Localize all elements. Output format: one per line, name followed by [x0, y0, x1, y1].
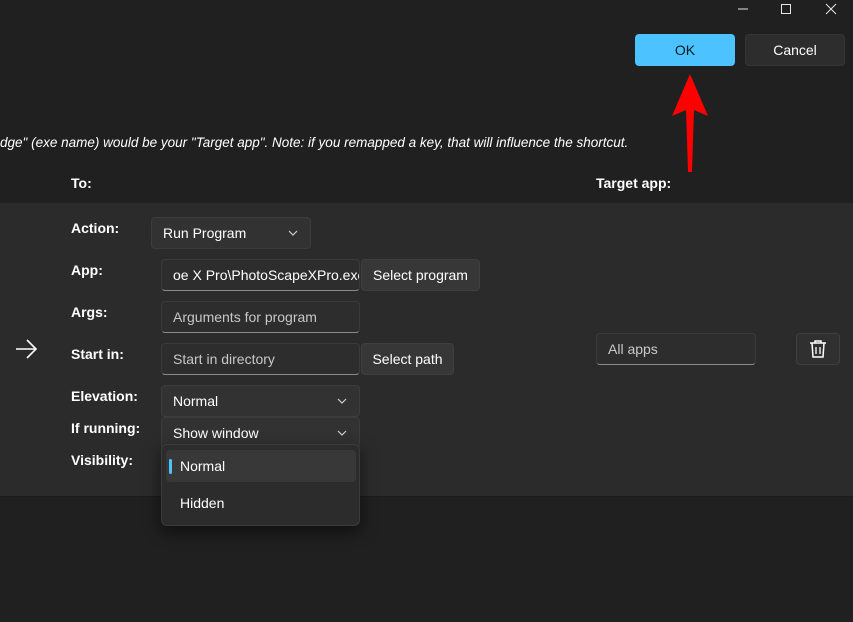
- selection-indicator: [169, 459, 172, 474]
- target-app-header: Target app:: [596, 175, 672, 191]
- arrow-right-icon: [16, 339, 38, 359]
- minimize-icon: [738, 8, 748, 10]
- chevron-down-icon: [336, 397, 348, 405]
- elevation-value: Normal: [173, 393, 219, 409]
- maximize-icon: [781, 4, 791, 14]
- info-note: dge" (exe name) would be your "Target ap…: [0, 135, 629, 150]
- elevation-combobox[interactable]: Normal: [161, 385, 360, 417]
- ok-button[interactable]: OK: [635, 34, 735, 66]
- if-running-label: If running:: [71, 420, 141, 436]
- trash-icon: [810, 340, 826, 358]
- app-label: App:: [71, 262, 103, 278]
- app-path-input[interactable]: oe X Pro\PhotoScapeXPro.exe: [161, 259, 360, 291]
- action-combobox[interactable]: Run Program: [151, 217, 311, 249]
- chevron-down-icon: [287, 229, 299, 237]
- args-input[interactable]: Arguments for program: [161, 301, 360, 333]
- maximize-button[interactable]: [763, 0, 809, 18]
- close-window-button[interactable]: [808, 0, 853, 18]
- to-header: To:: [71, 175, 92, 191]
- if-running-value: Show window: [173, 425, 259, 441]
- visibility-dropdown: Normal Hidden: [161, 444, 360, 526]
- delete-button[interactable]: [796, 333, 840, 365]
- dropdown-option-hidden[interactable]: Hidden: [166, 487, 356, 519]
- start-in-input[interactable]: Start in directory: [161, 343, 360, 375]
- action-label: Action:: [71, 220, 120, 236]
- red-arrow-annotation-icon: [672, 74, 708, 172]
- args-label: Args:: [71, 304, 108, 320]
- option-label: Hidden: [180, 495, 225, 511]
- elevation-label: Elevation:: [71, 388, 138, 404]
- select-path-button[interactable]: Select path: [361, 343, 454, 375]
- visibility-label: Visibility:: [71, 452, 133, 468]
- start-in-label: Start in:: [71, 346, 124, 362]
- cancel-button[interactable]: Cancel: [745, 34, 845, 66]
- close-icon: [825, 3, 837, 15]
- select-program-button[interactable]: Select program: [361, 259, 480, 291]
- minimize-button[interactable]: [720, 0, 766, 18]
- chevron-down-icon: [336, 429, 348, 437]
- action-value: Run Program: [163, 225, 247, 241]
- dropdown-option-normal[interactable]: Normal: [166, 450, 356, 482]
- option-label: Normal: [180, 458, 226, 474]
- target-app-input[interactable]: All apps: [596, 333, 756, 365]
